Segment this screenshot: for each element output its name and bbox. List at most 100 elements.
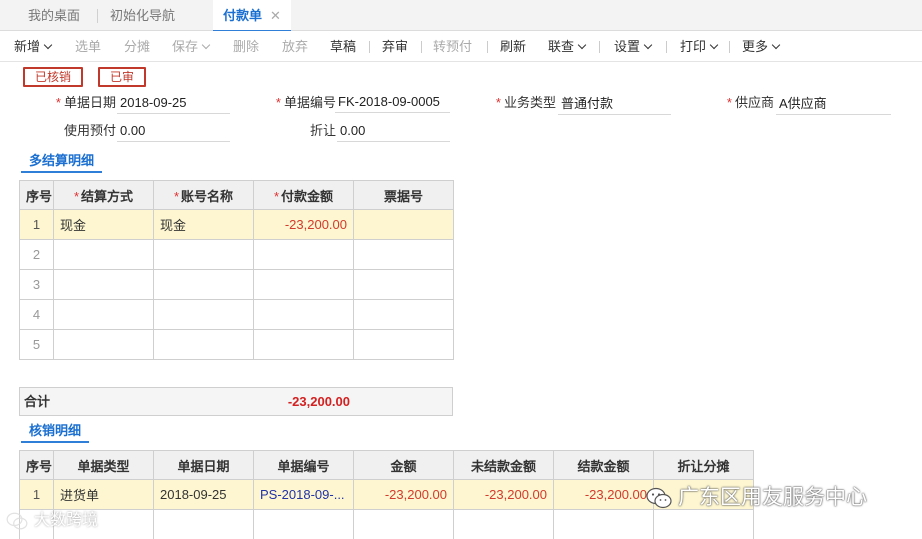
draft-button[interactable]: 草稿 (330, 31, 356, 62)
allocate-button[interactable]: 分摊 (124, 31, 150, 62)
link-query-button[interactable]: 联查 (548, 31, 587, 62)
bill-no-cell[interactable] (353, 209, 454, 240)
bill-no-cell[interactable] (353, 329, 454, 360)
chevron-down-icon (577, 40, 587, 50)
unsettled-cell[interactable] (453, 509, 554, 539)
bill-no-cell[interactable] (353, 269, 454, 300)
tab-my-desktop[interactable]: 我的桌面 (26, 0, 82, 31)
table-row[interactable]: 2 (19, 239, 454, 270)
watermark-left: 大数跨境 (6, 510, 98, 532)
col-header-bill-no: 票据号 (353, 180, 454, 210)
doc-date-cell[interactable]: 2018-09-25 (153, 479, 254, 510)
row-number: 4 (19, 299, 54, 330)
table-row[interactable]: 1 现金 现金 -23,200.00 (19, 209, 454, 240)
print-button[interactable]: 打印 (680, 31, 719, 62)
new-button[interactable]: 新增 (14, 31, 53, 62)
account-name-cell[interactable] (153, 239, 254, 270)
settlement-method-cell[interactable] (53, 299, 154, 330)
tab-payment-voucher[interactable]: 付款单 ✕ (213, 0, 291, 32)
col-header-doc-date: 单据日期 (153, 450, 254, 480)
settled-cell[interactable] (553, 509, 654, 539)
doc-no-field[interactable]: FK-2018-09-0005 (335, 93, 450, 113)
doc-no-link[interactable]: PS-2018-09-... (253, 479, 354, 510)
payment-amount-cell[interactable] (253, 329, 354, 360)
total-label: 合计 (24, 394, 51, 409)
settlement-method-cell[interactable] (53, 329, 154, 360)
doc-no-cell[interactable] (253, 509, 354, 539)
chevron-down-icon (43, 40, 53, 50)
more-button[interactable]: 更多 (742, 31, 781, 62)
payment-amount-cell[interactable] (253, 269, 354, 300)
settled-cell[interactable]: -23,200.00 (553, 479, 654, 510)
discount-field[interactable]: 0.00 (337, 122, 450, 142)
account-name-cell[interactable]: 现金 (153, 209, 254, 240)
amount-cell[interactable] (353, 509, 454, 539)
discount-alloc-cell[interactable] (653, 509, 754, 539)
chevron-down-icon (201, 40, 211, 50)
col-header-amount: 金额 (353, 450, 454, 480)
supplier-field[interactable]: A供应商 (776, 95, 891, 115)
doc-type-cell[interactable]: 进货单 (53, 479, 154, 510)
col-header-unsettled: 未结款金额 (453, 450, 554, 480)
abandon-button[interactable]: 放弃 (282, 31, 308, 62)
payment-amount-cell[interactable] (253, 299, 354, 330)
biz-type-field[interactable]: 普通付款 (558, 95, 671, 115)
toolbar: 新增 选单 分摊 保存 删除 放弃 草稿 弃审 转预付 刷新 联查 设置 打印 … (0, 31, 922, 62)
doc-date-field[interactable]: 2018-09-25 (117, 94, 230, 114)
chevron-down-icon (643, 40, 653, 50)
table-header-row: 序号 单据类型 单据日期 单据编号 金额 未结款金额 结款金额 折让分摊 (19, 450, 754, 480)
col-header-no: 序号 (19, 180, 54, 210)
account-name-cell[interactable] (153, 299, 254, 330)
amount-cell[interactable]: -23,200.00 (353, 479, 454, 510)
row-number: 2 (19, 239, 54, 270)
select-source-button[interactable]: 选单 (75, 31, 101, 62)
table-row[interactable]: 3 (19, 269, 454, 300)
payment-amount-cell[interactable]: -23,200.00 (253, 209, 354, 240)
chevron-down-icon (771, 40, 781, 50)
settings-button[interactable]: 设置 (614, 31, 653, 62)
prepaid-field[interactable]: 0.00 (117, 122, 230, 142)
table-row[interactable]: 1 进货单 2018-09-25 PS-2018-09-... -23,200.… (19, 479, 754, 510)
tab-bar: 我的桌面 初始化导航 付款单 ✕ (0, 0, 922, 32)
to-prepaid-button[interactable]: 转预付 (433, 31, 472, 62)
account-name-cell[interactable] (153, 269, 254, 300)
watermark-right: 广东区用友服务中心 (646, 484, 867, 512)
toolbar-divider (369, 41, 370, 53)
payment-amount-cell[interactable] (253, 239, 354, 270)
account-name-cell[interactable] (153, 329, 254, 360)
col-header-method: * 结算方式 (53, 180, 154, 210)
table-row[interactable]: 4 (19, 299, 454, 330)
settlement-method-cell[interactable] (53, 269, 154, 300)
wechat-icon (646, 488, 672, 509)
settlement-method-cell[interactable]: 现金 (53, 209, 154, 240)
tab-divider (97, 9, 98, 23)
bill-no-cell[interactable] (353, 299, 454, 330)
tab-init-navigation[interactable]: 初始化导航 (108, 0, 177, 31)
supplier-label: * 供应商 (726, 95, 774, 110)
total-value: -23,200.00 (287, 394, 350, 409)
col-header-settled: 结款金额 (553, 450, 654, 480)
delete-button[interactable]: 删除 (233, 31, 259, 62)
prepaid-label: 使用预付 (63, 123, 116, 138)
refresh-button[interactable]: 刷新 (500, 31, 526, 62)
settlement-total-row: 合计 -23,200.00 (19, 387, 453, 416)
settlement-method-cell[interactable] (53, 239, 154, 270)
doc-no-label: * 单据编号 (275, 95, 336, 110)
writeoff-section-title: 核销明细 (21, 421, 90, 443)
close-icon[interactable]: ✕ (270, 8, 281, 23)
save-button[interactable]: 保存 (172, 31, 211, 62)
table-row[interactable] (19, 509, 754, 539)
table-row[interactable]: 5 (19, 329, 454, 360)
toolbar-divider (487, 41, 488, 53)
watermark-right-text: 广东区用友服务中心 (678, 486, 867, 509)
unsettled-cell[interactable]: -23,200.00 (453, 479, 554, 510)
discount-label: 折让 (309, 123, 336, 138)
approved-stamp: 已审 (98, 67, 146, 87)
bill-no-cell[interactable] (353, 239, 454, 270)
doc-date-cell[interactable] (153, 509, 254, 539)
table-header-row: 序号 * 结算方式 * 账号名称 * 付款金额 票据号 (19, 180, 454, 210)
unapprove-button[interactable]: 弃审 (382, 31, 408, 62)
writeoff-table: 序号 单据类型 单据日期 单据编号 金额 未结款金额 结款金额 折让分摊 1 进… (19, 450, 754, 539)
toolbar-divider (666, 41, 667, 53)
toolbar-divider (421, 41, 422, 53)
